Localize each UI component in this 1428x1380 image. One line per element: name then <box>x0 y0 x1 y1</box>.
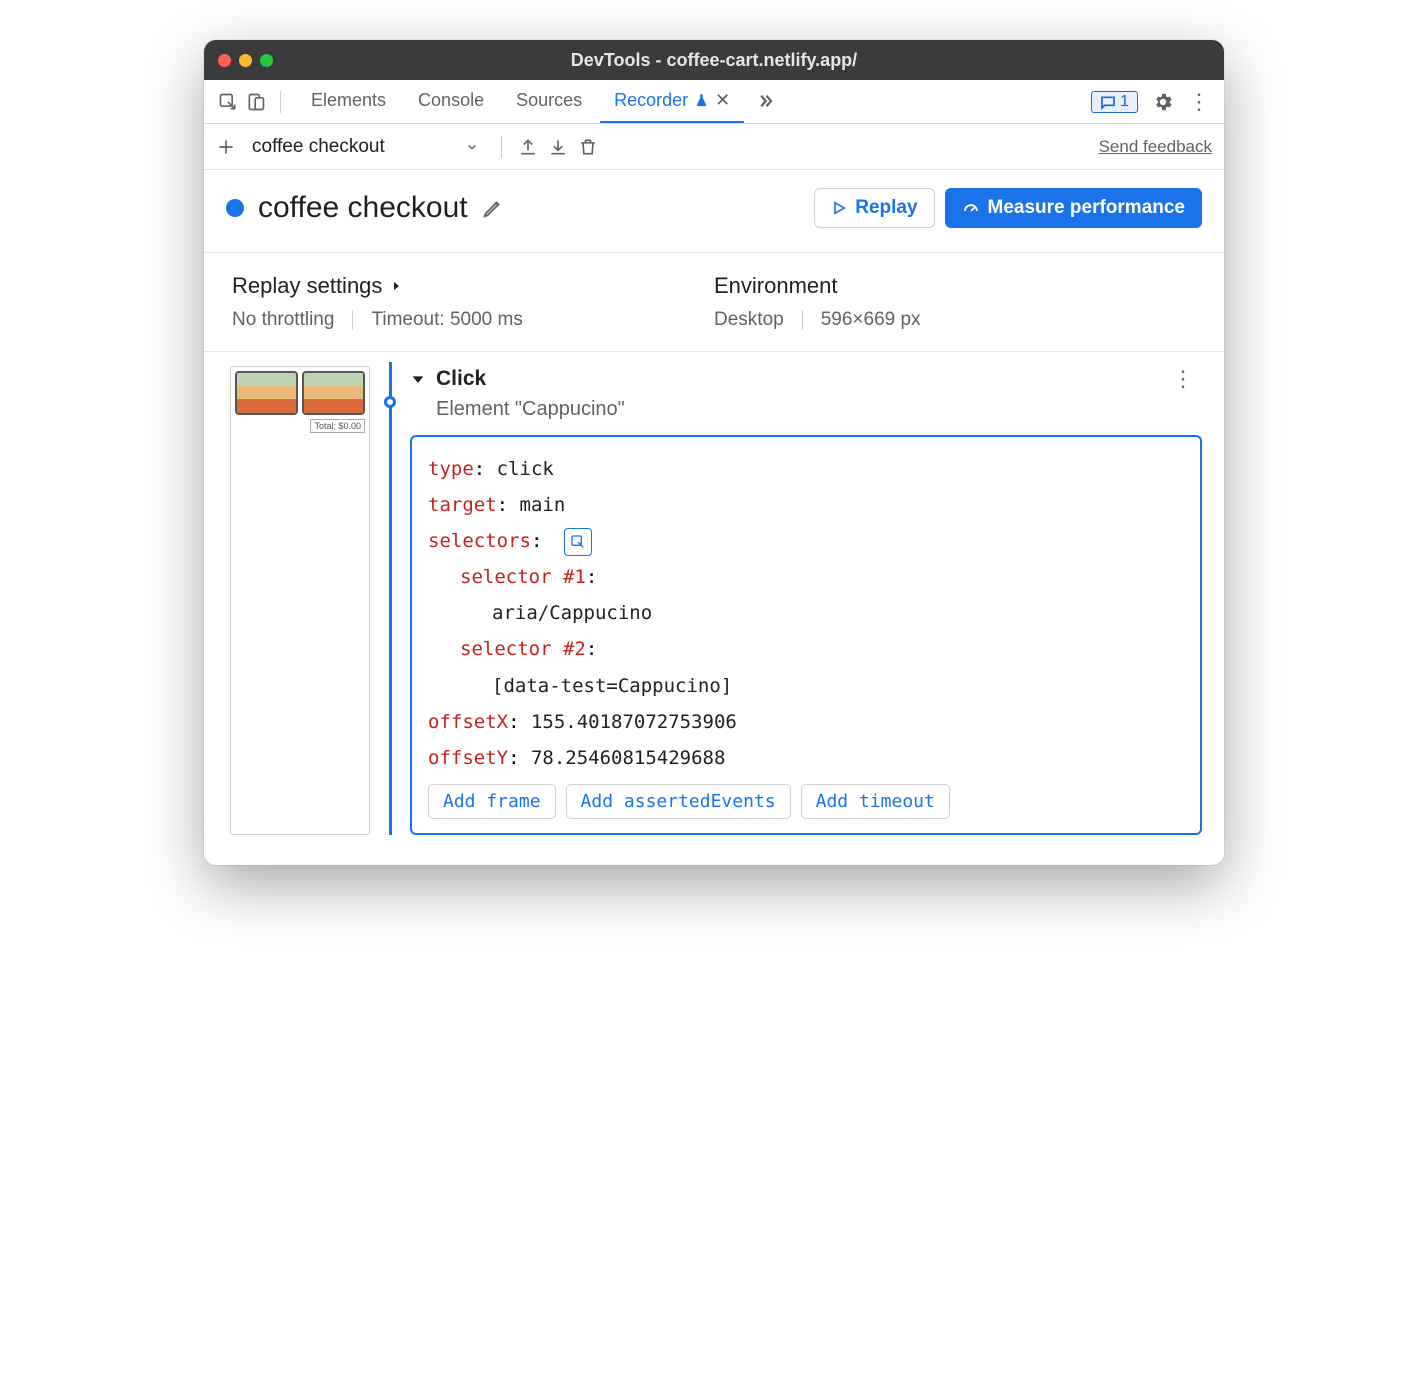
recorder-toolbar: coffee checkout Send feedback <box>204 124 1224 170</box>
thumbnail-caption: Total: $0.00 <box>310 419 365 433</box>
device-value: Desktop <box>714 309 784 331</box>
field-key: offsetX <box>428 711 508 733</box>
field-key: type <box>428 458 474 480</box>
measure-performance-button[interactable]: Measure performance <box>945 188 1202 228</box>
field-key: selector #2 <box>460 638 586 660</box>
kebab-menu-icon[interactable]: ⋮ <box>1188 89 1210 115</box>
tab-label: Sources <box>516 90 582 111</box>
step-title: Click <box>436 367 486 391</box>
recording-name: coffee checkout <box>252 136 385 158</box>
settings-gear-icon[interactable] <box>1152 91 1174 113</box>
step-details-box: type: click target: main selectors: sele… <box>410 435 1202 835</box>
replay-button[interactable]: Replay <box>814 188 934 228</box>
gauge-icon <box>962 199 980 217</box>
field-key: selector #1 <box>460 566 586 588</box>
button-label: Replay <box>855 197 917 219</box>
throttling-value: No throttling <box>232 309 334 331</box>
window-title: DevTools - coffee-cart.netlify.app/ <box>204 50 1224 71</box>
field-value[interactable]: main <box>520 494 566 516</box>
devtools-window: DevTools - coffee-cart.netlify.app/ Elem… <box>204 40 1224 865</box>
steps-list: Total: $0.00 Click ⋮ Element "Cappucino"… <box>204 352 1224 865</box>
field-value[interactable]: 78.25460815429688 <box>531 747 725 769</box>
timeline <box>370 362 410 835</box>
import-icon[interactable] <box>548 137 568 157</box>
export-icon[interactable] <box>518 137 538 157</box>
field-value[interactable]: click <box>497 458 554 480</box>
replay-settings-toggle[interactable]: Replay settings <box>232 273 714 299</box>
issues-badge[interactable]: 1 <box>1091 91 1138 113</box>
new-recording-icon[interactable] <box>216 137 236 157</box>
tab-label: Recorder <box>614 90 688 111</box>
environment-title: Environment <box>714 273 1196 299</box>
field-value[interactable]: [data-test=Cappucino] <box>492 675 732 697</box>
timeline-line <box>389 362 392 835</box>
chevron-down-icon <box>465 140 479 154</box>
step-screenshot-thumbnail[interactable]: Total: $0.00 <box>230 366 370 835</box>
add-timeout-button[interactable]: Add timeout <box>801 784 950 819</box>
tab-console[interactable]: Console <box>404 80 498 123</box>
tab-label: Console <box>418 90 484 111</box>
recording-status-dot <box>226 199 244 217</box>
recording-title: coffee checkout <box>258 191 468 225</box>
thumbnail-mug <box>235 371 298 415</box>
timeout-value: Timeout: 5000 ms <box>371 309 522 331</box>
separator <box>352 310 353 330</box>
button-label: Measure performance <box>988 197 1185 219</box>
close-tab-icon[interactable]: ✕ <box>715 90 730 111</box>
thumbnail-mug <box>302 371 365 415</box>
inspect-element-icon[interactable] <box>218 92 238 112</box>
step-kebab-menu-icon[interactable]: ⋮ <box>1164 362 1202 396</box>
delete-icon[interactable] <box>578 137 598 157</box>
tab-elements[interactable]: Elements <box>297 80 400 123</box>
timeline-node <box>384 396 396 408</box>
device-toggle-icon[interactable] <box>246 92 266 112</box>
chevron-right-icon <box>390 280 402 292</box>
separator <box>280 91 281 113</box>
field-key: offsetY <box>428 747 508 769</box>
viewport-value: 596×669 px <box>821 309 921 331</box>
field-value[interactable]: aria/Cappucino <box>492 602 652 624</box>
send-feedback-link[interactable]: Send feedback <box>1099 137 1212 157</box>
settings-row: Replay settings No throttling Timeout: 5… <box>204 253 1224 352</box>
field-key: target <box>428 494 497 516</box>
step-subtitle: Element "Cappucino" <box>436 398 1202 421</box>
panel-tabs: Elements Console Sources Recorder ✕ 1 ⋮ <box>204 80 1224 124</box>
titlebar: DevTools - coffee-cart.netlify.app/ <box>204 40 1224 80</box>
add-frame-button[interactable]: Add frame <box>428 784 556 819</box>
edit-title-icon[interactable] <box>482 197 504 219</box>
play-icon <box>831 200 847 216</box>
recording-select[interactable]: coffee checkout <box>246 136 485 158</box>
issues-count: 1 <box>1120 93 1129 111</box>
tab-sources[interactable]: Sources <box>502 80 596 123</box>
section-title: Replay settings <box>232 273 382 299</box>
separator <box>802 310 803 330</box>
tab-recorder[interactable]: Recorder ✕ <box>600 80 744 123</box>
field-key: selectors <box>428 530 531 552</box>
field-value[interactable]: 155.40187072753906 <box>531 711 737 733</box>
chevron-down-icon[interactable] <box>410 371 426 387</box>
select-element-icon[interactable] <box>564 528 592 556</box>
recording-header: coffee checkout Replay Measure performan… <box>204 170 1224 253</box>
tab-label: Elements <box>311 90 386 111</box>
more-tabs-icon[interactable] <box>748 80 782 123</box>
separator <box>501 136 502 158</box>
flask-icon <box>694 93 709 108</box>
add-asserted-events-button[interactable]: Add assertedEvents <box>566 784 791 819</box>
